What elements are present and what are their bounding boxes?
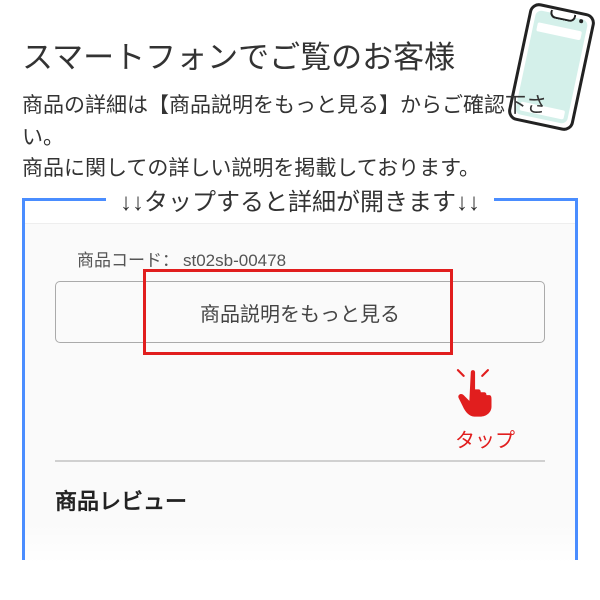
product-code-label: 商品コード： [77,251,179,270]
review-heading: 商品レビュー [55,484,187,516]
tap-hand-icon [454,368,499,418]
example-screenshot: 商品コード：st02sb-00478 商品説明をもっと見る タップ 商品レビュー [25,223,575,563]
lead-line-1: 商品の詳細は【商品説明をもっと見る】からご確認下さい。 [22,90,578,153]
instruction-panel: ↓↓タップすると詳細が開きます↓↓ 商品コード：st02sb-00478 商品説… [22,182,578,560]
show-more-description-label: 商品説明をもっと見る [200,298,400,327]
divider [55,460,545,462]
tap-label: タップ [455,424,515,453]
show-more-description-button[interactable]: 商品説明をもっと見る [55,281,545,343]
product-code-line: 商品コード：st02sb-00478 [55,246,545,271]
lead-line-2: 商品に関しての詳しい説明を掲載しております。 [22,153,578,185]
product-code-value: st02sb-00478 [183,251,286,270]
lead-text: 商品の詳細は【商品説明をもっと見る】からご確認下さい。 商品に関しての詳しい説明… [22,90,578,185]
page-title: スマートフォンでご覧のお客様 [22,32,455,77]
tap-instruction-text: ↓↓タップすると詳細が開きます↓↓ [106,182,494,217]
